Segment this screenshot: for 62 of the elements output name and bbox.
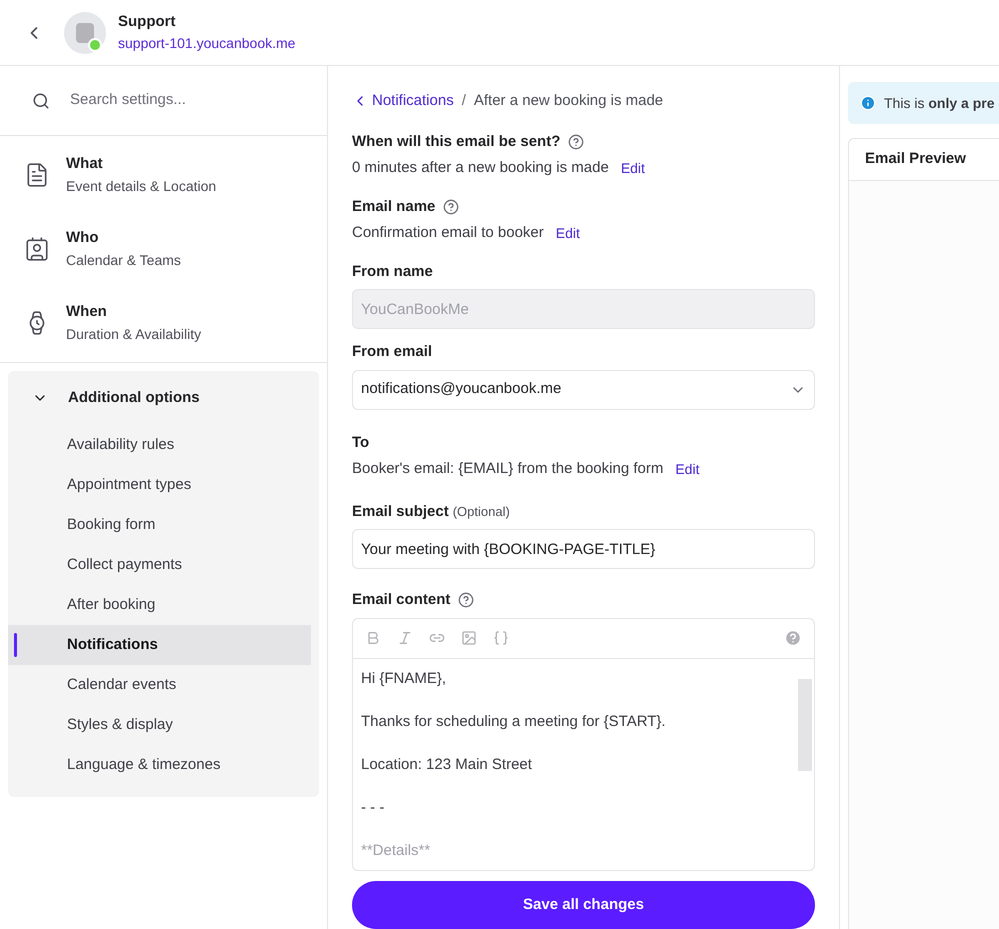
email-editor[interactable]: Hi {FNAME}, Thanks for scheduling a meeting for {START}. Location: 123 Main Street - - - **Details** xyxy=(352,618,815,871)
email-text-line: **Details** xyxy=(361,840,432,860)
nav-item[interactable]: Notifications xyxy=(8,625,311,665)
nav-item[interactable]: Collect payments xyxy=(8,545,311,585)
italic-icon[interactable] xyxy=(397,630,413,646)
email-text-line: Location: 123 Main Street xyxy=(361,754,533,774)
search-field[interactable]: Search settings... xyxy=(70,89,295,112)
preview-tab[interactable]: Email Preview xyxy=(865,148,966,171)
save-button[interactable]: Save all changes xyxy=(352,881,815,929)
nav-item[interactable]: Availability rules xyxy=(8,425,311,465)
notice-text: This is only a pre xyxy=(884,94,994,113)
account-name: Support xyxy=(118,12,176,32)
nav-section[interactable]: When Duration & Availability xyxy=(0,286,327,360)
image-icon[interactable] xyxy=(461,630,477,646)
nav-item[interactable]: After booking xyxy=(8,585,311,625)
field-label: From name xyxy=(352,262,433,282)
section-title: When xyxy=(66,302,108,322)
email-text-line: Hi {FNAME}, xyxy=(361,668,448,688)
field-value: Confirmation email to booker xyxy=(352,223,544,243)
nav-section[interactable]: Who Calendar & Teams xyxy=(0,212,327,286)
edit-link[interactable]: Edit xyxy=(620,158,645,179)
options-toggle[interactable]: Additional options xyxy=(8,371,319,425)
field-label: Email content xyxy=(352,590,450,610)
avatar xyxy=(64,12,106,54)
section-title: Who xyxy=(66,228,100,248)
help-icon[interactable] xyxy=(568,134,584,150)
field-label: When will this email be sent? xyxy=(352,132,560,152)
section-subtitle: Event details & Location xyxy=(66,176,216,196)
field-label: To xyxy=(352,432,370,452)
search-icon xyxy=(32,92,50,110)
section-subtitle: Duration & Availability xyxy=(66,324,202,344)
selection-bar xyxy=(14,633,17,657)
scrollbar[interactable] xyxy=(798,678,812,770)
edit-link[interactable]: Edit xyxy=(556,222,580,244)
nav-item[interactable]: Booking form xyxy=(8,505,311,545)
nav-section[interactable]: What Event details & Location xyxy=(0,138,327,212)
nav-item[interactable]: Calendar events xyxy=(8,665,311,705)
email-text-line: - - - xyxy=(361,798,386,818)
info-icon xyxy=(860,95,876,111)
field-value: 0 minutes after a new booking is made xyxy=(352,158,609,178)
nav-item[interactable]: Styles & display xyxy=(8,705,311,745)
section-subtitle: Calendar & Teams xyxy=(66,250,181,270)
from-email-select[interactable]: notifications@youcanbook.me xyxy=(352,370,815,410)
subject-field[interactable]: Your meeting with {BOOKING-PAGE-TITLE} xyxy=(352,529,815,569)
help-icon[interactable] xyxy=(458,592,474,608)
field-label: Email subject xyxy=(352,502,449,522)
field-label: From email xyxy=(352,342,432,362)
account-link[interactable]: support-101.youcanbook.me xyxy=(118,33,296,54)
email-text-line: Thanks for scheduling a meeting for {START}. xyxy=(361,712,667,732)
breadcrumb-current: After a new booking is made xyxy=(474,91,664,111)
section-title: What xyxy=(66,154,104,174)
people-icon xyxy=(24,236,50,262)
field-label: Email name xyxy=(352,196,436,216)
field-value: Booker's email: {EMAIL} from the booking form xyxy=(352,459,664,479)
nav-item[interactable]: Language & timezones xyxy=(8,745,311,785)
optional-hint: (Optional) xyxy=(452,502,510,521)
breadcrumb-separator: / xyxy=(462,91,466,111)
help-icon[interactable] xyxy=(443,198,460,215)
braces-icon[interactable] xyxy=(493,630,509,646)
nav-item[interactable]: Appointment types xyxy=(8,465,311,505)
breadcrumb-link[interactable]: Notifications xyxy=(352,90,454,112)
edit-link[interactable]: Edit xyxy=(675,458,700,480)
